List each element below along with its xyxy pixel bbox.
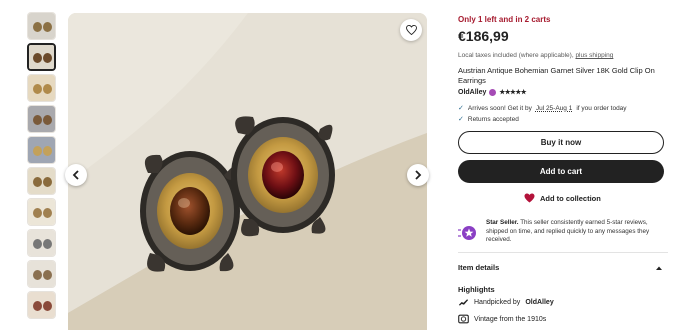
handpicked-shop-link[interactable]: OldAlley xyxy=(525,299,553,306)
section-divider xyxy=(458,252,668,253)
tax-note-text: Local taxes included (where applicable), xyxy=(458,52,574,59)
thumbnail-8[interactable] xyxy=(27,229,56,257)
delivery-estimate: ✓ Arrives soon! Get it by Jul 25-Aug 1 i… xyxy=(458,104,627,113)
favorite-button[interactable] xyxy=(400,19,422,41)
returns-text: Returns accepted xyxy=(467,115,519,123)
add-to-collection-label: Add to collection xyxy=(540,193,601,203)
product-price: €186,99 xyxy=(458,28,509,44)
arrival-dates[interactable]: Jul 25-Aug 1 xyxy=(536,105,573,112)
item-details-title: Item details xyxy=(458,263,500,272)
thumbnail-2[interactable] xyxy=(27,43,56,71)
vintage-clock-icon xyxy=(458,314,469,324)
star-seller-badge-icon xyxy=(489,88,497,96)
highlights-title: Highlights xyxy=(458,285,495,294)
add-to-collection-button[interactable]: Add to collection xyxy=(524,193,601,203)
handpicked-prefix: Handpicked by xyxy=(474,298,521,306)
shop-name-link[interactable]: OldAlley xyxy=(458,89,486,96)
thumbnail-5[interactable] xyxy=(27,136,56,164)
arrival-suffix: if you order today xyxy=(576,104,627,112)
returns-info: ✓ Returns accepted xyxy=(458,115,519,124)
chevron-right-icon xyxy=(415,170,422,180)
star-seller-icon xyxy=(458,226,476,240)
rating-stars[interactable]: ★★★★★ xyxy=(499,88,526,96)
thumbnail-9[interactable] xyxy=(27,260,56,288)
shop-info: OldAlley ★★★★★ xyxy=(458,88,527,96)
thumbnail-7[interactable] xyxy=(27,198,56,226)
thumbnail-3[interactable] xyxy=(27,74,56,102)
product-title: Austrian Antique Bohemian Garnet Silver … xyxy=(458,66,655,85)
thumbnail-10[interactable] xyxy=(27,291,56,319)
buy-now-button[interactable]: Buy it now xyxy=(458,131,664,154)
previous-image-button[interactable] xyxy=(65,164,87,186)
star-seller-info: Star Seller. This seller consistently ea… xyxy=(458,219,664,245)
arrival-prefix: Arrives soon! Get it by xyxy=(467,104,532,112)
thumbnail-4[interactable] xyxy=(27,105,56,133)
product-main-image xyxy=(68,13,427,330)
next-image-button[interactable] xyxy=(407,164,429,186)
check-icon: ✓ xyxy=(458,116,464,123)
thumbnail-1[interactable] xyxy=(27,12,56,40)
hand-icon xyxy=(458,299,469,306)
caret-up-icon xyxy=(656,266,662,270)
stock-notice: Only 1 left and in 2 carts xyxy=(458,15,551,24)
heart-outline-icon xyxy=(405,25,417,35)
item-details-toggle[interactable]: Item details xyxy=(458,263,663,272)
vintage-text: Vintage from the 1910s xyxy=(474,315,547,323)
vintage-row: Vintage from the 1910s xyxy=(458,314,546,324)
handpicked-row: Handpicked by OldAlley xyxy=(458,297,554,307)
add-to-cart-button[interactable]: Add to cart xyxy=(458,160,664,183)
earrings-photo xyxy=(68,13,427,330)
star-seller-label: Star Seller. xyxy=(486,219,519,226)
star-seller-text: Star Seller. This seller consistently ea… xyxy=(486,219,664,245)
chevron-left-icon xyxy=(72,170,79,180)
shipping-link[interactable]: plus shipping xyxy=(575,52,613,59)
heart-filled-icon xyxy=(524,193,535,203)
check-icon: ✓ xyxy=(458,105,464,112)
thumbnail-6[interactable] xyxy=(27,167,56,195)
tax-note: Local taxes included (where applicable),… xyxy=(458,52,613,59)
